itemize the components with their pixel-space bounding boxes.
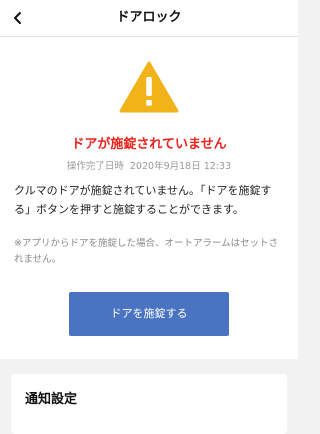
timestamp-label: 操作完了日時 <box>66 161 124 172</box>
page-title: ドアロック <box>116 10 182 25</box>
notification-settings-card[interactable]: 通知設定 <box>11 374 287 434</box>
alert-title: ドアが施錠されていません <box>71 137 227 152</box>
timestamp-value: 2020年9月18日 12:33 <box>129 161 232 172</box>
notification-settings-title: 通知設定 <box>25 392 78 407</box>
operation-timestamp: 操作完了日時 2020年9月18日 12:33 <box>0 158 298 172</box>
door-status-panel: ドアが施錠されていません 操作完了日時 2020年9月18日 12:33 クルマの… <box>0 37 298 359</box>
auto-alarm-note: ※アプリからドアを施錠した場合、オートアラームはセットされません。 <box>14 238 279 265</box>
app-header: ドアロック <box>0 0 298 37</box>
alert-description: クルマのドアが施錠されていません。「ドアを施錠する」ボタンを押すと施錠することが… <box>14 184 272 216</box>
warning-triangle-icon <box>119 61 179 113</box>
lock-door-button[interactable]: ドアを施錠する <box>69 292 229 336</box>
